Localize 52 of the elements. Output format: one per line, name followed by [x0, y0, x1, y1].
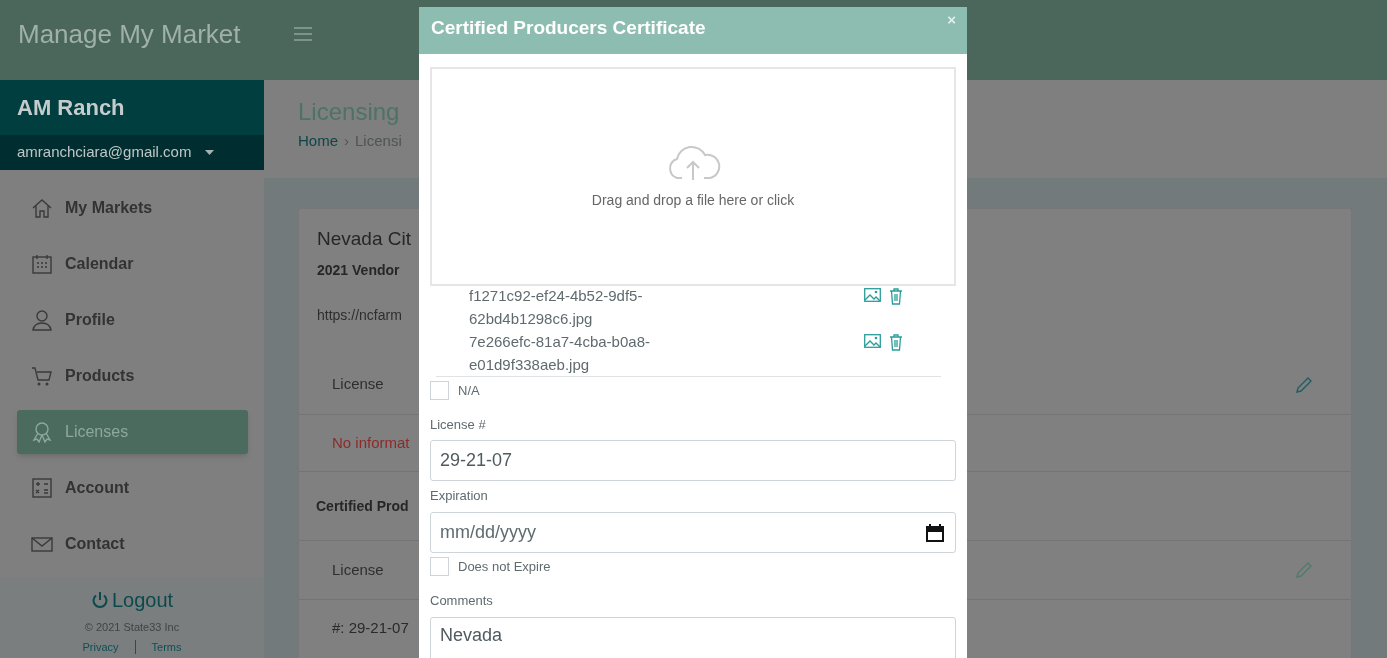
empty-message: No informat: [332, 432, 410, 453]
close-button[interactable]: ×: [947, 12, 956, 27]
footer-link[interactable]: Terms: [151, 638, 182, 655]
nav-item[interactable]: Products: [17, 354, 248, 398]
logout-button[interactable]: Logout: [90, 585, 174, 615]
na-checkbox[interactable]: N/A: [430, 381, 956, 401]
person-icon: [31, 309, 53, 331]
license-number-field[interactable]: 29-21-07: [430, 440, 956, 481]
caret-icon: [205, 150, 215, 155]
image-icon[interactable]: [864, 334, 881, 348]
footer-link[interactable]: Privacy: [82, 638, 119, 655]
calendar-icon: [31, 253, 53, 275]
nav-item[interactable]: My Markets: [17, 186, 248, 230]
ribbon-icon: [31, 421, 53, 443]
file-name: 7e266efc-81a7-4cba-b0a8-e01d9f338aeb.jpg: [469, 332, 651, 375]
field-label: Comments: [430, 592, 494, 610]
market-url: https://ncfarm: [317, 305, 402, 325]
pencil-icon[interactable]: [1295, 375, 1313, 394]
nav-item[interactable]: Licenses: [17, 410, 248, 454]
field-label: License #: [430, 415, 487, 434]
account-name: AM Ranch: [17, 94, 125, 122]
breadcrumb-separator: ›: [344, 131, 349, 151]
section-heading: Certified Prod: [316, 496, 409, 516]
nav-item[interactable]: Profile: [17, 298, 248, 342]
nav-item[interactable]: Contact: [17, 522, 248, 566]
power-icon: [90, 591, 109, 609]
expiration-date-field[interactable]: mm/dd/yyyy: [430, 511, 956, 553]
house-icon: [31, 197, 53, 219]
nav-item[interactable]: Account: [17, 466, 248, 510]
trash-icon[interactable]: [889, 288, 903, 305]
does-not-expire-checkbox[interactable]: Does not Expire: [430, 556, 956, 576]
license-number: #: 29-21-07: [332, 617, 409, 638]
row-label: License: [332, 374, 384, 395]
market-name: Nevada Cit: [317, 227, 411, 251]
dropzone-text: Drag and drop a file here or click: [591, 191, 795, 210]
app-title: Manage My Market: [18, 18, 241, 50]
nav-item[interactable]: Calendar: [17, 242, 248, 286]
image-icon[interactable]: [864, 288, 881, 302]
breadcrumb-link[interactable]: Home: [298, 130, 338, 153]
trash-icon[interactable]: [889, 334, 903, 351]
cart-icon: [31, 365, 53, 387]
market-subtitle: 2021 Vendor: [317, 260, 400, 280]
modal-title: Certified Producers Certificate: [431, 16, 706, 40]
calculator-icon: [31, 477, 53, 499]
account-dropdown[interactable]: amranchciara@gmail.com: [0, 135, 264, 170]
file-dropzone[interactable]: Drag and drop a file here or click: [430, 67, 956, 286]
comments-field[interactable]: Nevada: [430, 616, 956, 658]
row-label: License: [332, 559, 384, 580]
file-name: f1271c92-ef24-4b52-9df5-62bd4b1298c6.jpg: [469, 286, 644, 329]
menu-icon[interactable]: [292, 26, 313, 42]
field-label: Expiration: [430, 487, 489, 505]
calendar-icon[interactable]: [926, 522, 944, 542]
